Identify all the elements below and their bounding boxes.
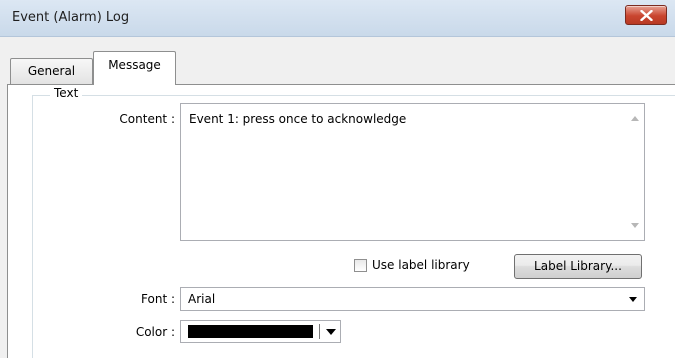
use-label-library-label[interactable]: Use label library (372, 258, 470, 272)
scroll-up-arrow-icon[interactable] (631, 116, 639, 121)
content-textarea[interactable]: Event 1: press once to acknowledge (180, 103, 645, 241)
title-bar: Event (Alarm) Log (0, 0, 675, 37)
event-alarm-log-dialog: Event (Alarm) Log General Message Text C… (0, 0, 675, 358)
text-group-label: Text (50, 86, 83, 100)
color-picker-separator (319, 324, 320, 339)
chevron-down-icon[interactable] (326, 329, 336, 335)
close-button[interactable] (625, 5, 667, 25)
use-label-library-checkbox[interactable] (354, 259, 367, 272)
font-select[interactable]: Arial (180, 287, 645, 311)
scroll-down-arrow-icon[interactable] (631, 223, 639, 228)
content-scrollbar[interactable] (627, 104, 644, 240)
window-title: Event (Alarm) Log (12, 10, 130, 25)
content-text: Event 1: press once to acknowledge (189, 112, 407, 126)
label-library-button[interactable]: Label Library... (514, 254, 642, 279)
font-label: Font : (141, 292, 175, 306)
color-picker[interactable] (180, 320, 341, 343)
tab-message[interactable]: Message (93, 51, 176, 85)
chevron-down-icon[interactable] (629, 297, 637, 302)
tab-bar: General Message (0, 36, 675, 85)
color-swatch (188, 325, 313, 338)
font-select-value: Arial (188, 292, 216, 306)
color-label: Color : (135, 325, 175, 339)
close-icon (640, 10, 653, 21)
content-label: Content : (119, 112, 175, 126)
tab-general[interactable]: General (10, 58, 93, 84)
